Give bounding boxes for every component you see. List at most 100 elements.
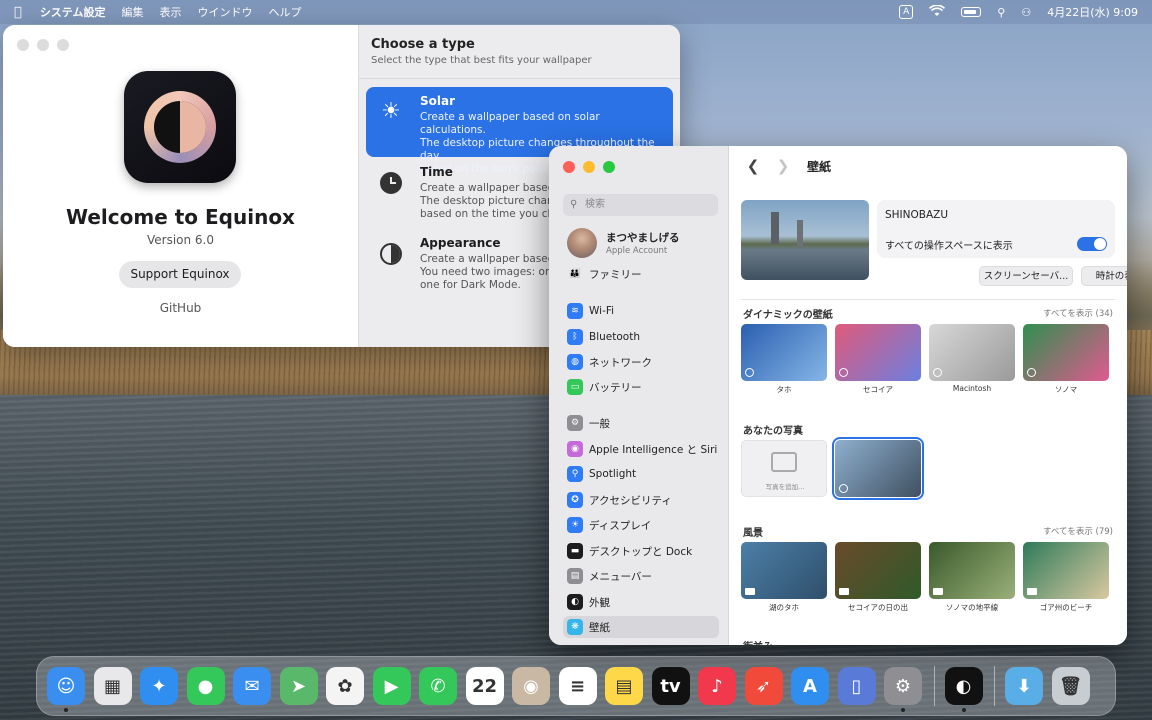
sidebar-item[interactable]: ◉ Apple Intelligence と Siri	[563, 438, 719, 460]
thumbnail-label: Macintosh	[952, 384, 992, 393]
system-settings-window: ⚲ 検索 まつやましげる Apple Account 👪 ファミリー ≋ Wi-Fi ᛒ…	[549, 146, 1127, 645]
sidebar-item-label: メニューバー	[589, 570, 652, 583]
back-button[interactable]: ❮	[741, 154, 765, 178]
calendar-icon[interactable]: 22	[465, 667, 504, 705]
minimize-button[interactable]	[583, 161, 595, 173]
sidebar-item[interactable]: ◍ ネットワーク	[563, 351, 719, 373]
sidebar-item-label: アクセシビリティ	[589, 494, 672, 507]
thumbnail-label: セコイアの日の出	[848, 603, 908, 612]
thumbnail-label: タホ	[776, 385, 792, 394]
forward-button[interactable]: ❯	[771, 154, 795, 178]
messages-icon[interactable]: ●	[186, 667, 225, 705]
sidebar-item[interactable]: ☀ ディスプレイ	[563, 514, 719, 536]
wallpaper-thumbnail[interactable]	[1023, 324, 1109, 381]
clock-icon	[378, 170, 404, 196]
sidebar-item[interactable]: ✪ アクセシビリティ	[563, 489, 719, 511]
sidebar-item-label: ディスプレイ	[589, 519, 652, 532]
welcome-title: Welcome to Equinox	[66, 205, 295, 229]
clock-display-button[interactable]: 時計の表示...	[1081, 266, 1127, 286]
github-link[interactable]: GitHub	[3, 301, 358, 315]
add-photo-button[interactable]: 写真を追加...	[741, 440, 827, 497]
type-name: Solar	[420, 94, 456, 108]
sidebar-item[interactable]: ᛒ Bluetooth	[563, 326, 719, 348]
downloads-folder-icon[interactable]: ⬇	[1005, 667, 1043, 705]
music-icon[interactable]: ♪	[698, 667, 736, 705]
battery-icon[interactable]	[961, 7, 982, 17]
type-chooser-title: Choose a type	[371, 37, 475, 52]
section-title: ダイナミックの壁紙	[743, 310, 833, 321]
support-button[interactable]: Support Equinox	[119, 261, 241, 288]
wallpaper-pane: ❮ ❯ 壁紙 SHINOBAZU すべての操作スペースに表示 スクリーンセーバ.…	[729, 146, 1127, 645]
running-indicator	[961, 708, 966, 712]
dynamic-icon	[839, 484, 848, 493]
launchpad-icon[interactable]: ▦	[93, 667, 132, 705]
safari-icon[interactable]: ✦	[140, 667, 178, 705]
show-all-spaces-label: すべての操作スペースに表示	[885, 241, 1013, 252]
iphone-mirroring-icon[interactable]: ▯	[837, 667, 876, 705]
wallpaper-thumbnail[interactable]	[835, 324, 921, 381]
show-all-spaces-toggle[interactable]	[1077, 237, 1107, 251]
show-all-link[interactable]: すべてを表示 (34)	[1043, 307, 1113, 319]
sidebar-item[interactable]: ⚲ Spotlight	[563, 463, 719, 485]
maps-icon[interactable]: ➤	[279, 667, 318, 705]
reminders-icon[interactable]: ≡	[558, 667, 597, 705]
sidebar-item[interactable]: ⚙ 一般	[563, 412, 719, 434]
apple-icon[interactable]: 	[14, 5, 22, 20]
rocket-icon[interactable]: ➶	[744, 667, 783, 705]
wallpaper-thumbnail[interactable]	[1023, 542, 1109, 599]
sidebar-search-input[interactable]: ⚲ 検索	[563, 194, 718, 216]
avatar	[567, 228, 597, 258]
sidebar-item[interactable]: ◐ 外観	[563, 591, 719, 613]
menubar-datetime[interactable]: 4月22日(水) 9:09	[1047, 4, 1138, 20]
wallpaper-thumbnail[interactable]	[832, 437, 924, 500]
appletv-icon[interactable]: tv	[651, 667, 690, 705]
facetime-icon[interactable]: ▶	[372, 667, 411, 705]
dock-icon-glyph: ⚙	[894, 675, 912, 697]
search-icon[interactable]: ⚲	[997, 6, 1005, 19]
close-button[interactable]	[17, 39, 29, 51]
wifi-icon[interactable]	[929, 4, 946, 20]
trash-icon[interactable]: 🗑	[1051, 667, 1090, 705]
menu-view[interactable]: 表示	[159, 4, 181, 20]
mail-icon[interactable]: ✉	[233, 667, 271, 705]
profile-subtitle: Apple Account	[606, 246, 668, 256]
contacts-icon[interactable]: ◉	[512, 667, 550, 705]
system-settings-icon[interactable]: ⚙	[884, 667, 922, 712]
dock-icon-glyph: ✦	[151, 675, 167, 697]
photos-icon[interactable]: ✿	[326, 667, 364, 705]
menu-edit[interactable]: 編集	[121, 4, 143, 20]
zoom-button[interactable]	[57, 39, 69, 51]
menu-help[interactable]: ヘルプ	[268, 4, 301, 20]
sidebar-item[interactable]: ▬ デスクトップと Dock	[563, 540, 719, 562]
sidebar-item[interactable]: 👪 ファミリー	[563, 263, 719, 285]
equinox-icon[interactable]: ◐	[944, 667, 983, 712]
minimize-button[interactable]	[37, 39, 49, 51]
sidebar-profile[interactable]: まつやましげる Apple Account	[567, 228, 680, 258]
control-center-icon[interactable]: ⚇	[1021, 6, 1031, 19]
menu-app[interactable]: システム設定	[40, 4, 106, 20]
sidebar-item-label: Bluetooth	[589, 331, 640, 343]
wallpaper-thumbnail[interactable]	[741, 324, 827, 381]
wallpaper-thumbnail[interactable]	[835, 542, 921, 599]
wallpaper-thumbnail[interactable]	[741, 542, 827, 599]
sidebar-item[interactable]: ≋ Wi-Fi	[563, 300, 719, 322]
wallpaper-thumbnail[interactable]	[929, 324, 1015, 381]
sidebar-item-label: 一般	[589, 417, 610, 430]
dock-icon-glyph: ●	[197, 675, 214, 697]
wallpaper-thumbnail[interactable]	[929, 542, 1015, 599]
menu-window[interactable]: ウインドウ	[197, 4, 252, 20]
phone-icon[interactable]: ✆	[419, 667, 457, 705]
notes-icon[interactable]: ▤	[605, 667, 643, 705]
screensaver-button[interactable]: スクリーンセーバ...	[979, 266, 1073, 286]
sidebar-item[interactable]: ▭ バッテリー	[563, 376, 719, 398]
appstore-icon[interactable]: A	[791, 667, 829, 705]
zoom-button[interactable]	[603, 161, 615, 173]
finder-icon[interactable]: ☺	[47, 667, 85, 712]
show-all-link[interactable]: すべてを表示 (79)	[1043, 525, 1113, 537]
video-icon	[1027, 588, 1037, 595]
close-button[interactable]	[563, 161, 575, 173]
sidebar-item[interactable]: ▤ メニューバー	[563, 565, 719, 587]
input-mode-indicator[interactable]: A	[899, 5, 914, 19]
sidebar-item[interactable]: ❋ 壁紙	[563, 616, 719, 638]
dock-icon-glyph: ▶	[384, 675, 399, 697]
